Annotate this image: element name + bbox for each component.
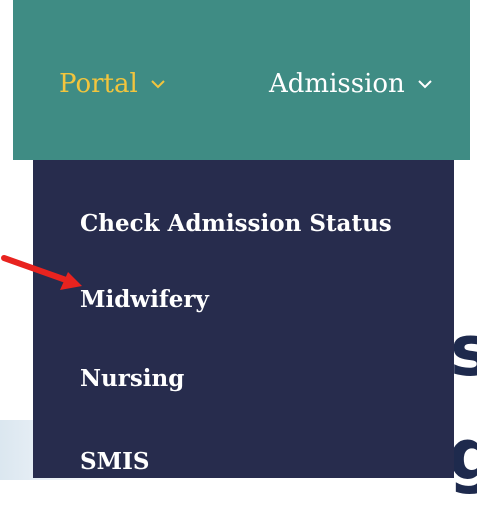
background-heading-fragment: s (450, 310, 477, 392)
menu-item-smis[interactable]: SMIS (80, 445, 149, 477)
nav-item-admission[interactable]: Admission (269, 66, 435, 102)
menu-item-nursing[interactable]: Nursing (80, 362, 184, 394)
nav-item-portal-label: Portal (59, 69, 138, 99)
nav-item-admission-label: Admission (269, 69, 405, 99)
top-navbar: Portal Admission (13, 0, 470, 160)
menu-item-check-admission-status[interactable]: Check Admission Status (80, 207, 392, 239)
nav-item-portal[interactable]: Portal (59, 66, 168, 102)
chevron-down-icon (417, 75, 435, 93)
chevron-down-icon (150, 75, 168, 93)
annotation-arrow-icon (1, 255, 82, 290)
